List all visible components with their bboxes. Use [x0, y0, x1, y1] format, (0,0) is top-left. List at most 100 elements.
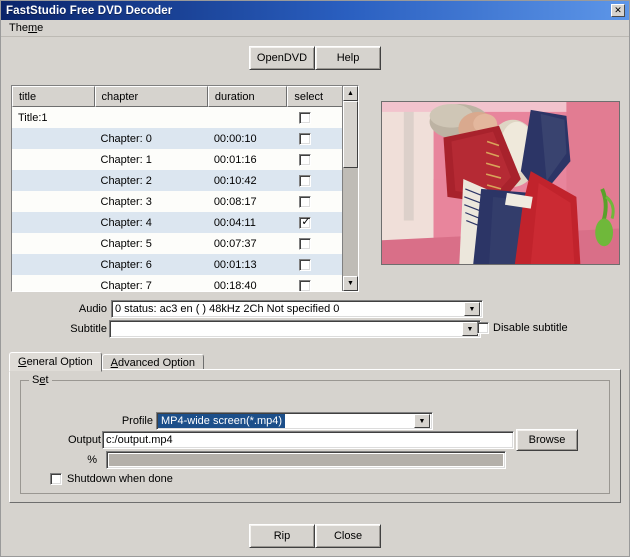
table-row[interactable]: Chapter: 2 00:10:42 ✓	[12, 170, 358, 191]
profile-label: Profile	[121, 415, 153, 427]
cell-duration: 00:07:37	[213, 237, 257, 250]
menu-item-theme[interactable]: Theme	[1, 21, 49, 35]
open-dvd-button[interactable]: OpenDVD	[249, 46, 315, 70]
set-groupbox-legend: Set	[29, 374, 52, 386]
row-select-checkbox[interactable]: ✓	[299, 174, 312, 187]
cell-chapter: Chapter: 5	[100, 237, 152, 250]
cell-duration: 00:04:11	[213, 216, 256, 229]
chevron-down-icon[interactable]: ▼	[462, 322, 478, 336]
table-body: Title:1 ✓ Chapter: 0 00:00:10 ✓ Chapter: 1 00:…	[12, 107, 358, 292]
output-path-input[interactable]: c:/output.mp4	[102, 431, 514, 449]
video-preview[interactable]	[381, 101, 620, 265]
cell-select: ✓	[287, 254, 343, 275]
scrollbar-track[interactable]	[343, 101, 358, 276]
output-row: Output c:/output.mp4	[49, 431, 514, 449]
cell-select: ✓	[287, 170, 343, 191]
disable-subtitle-row[interactable]: ✓ Disable subtitle	[477, 322, 568, 334]
cell-title	[12, 212, 95, 233]
cell-duration: 00:08:17	[213, 195, 257, 208]
help-button[interactable]: Help	[315, 46, 381, 70]
tab-general-mnemonic: G	[18, 356, 27, 368]
cell-title	[12, 275, 95, 291]
scrollbar-thumb[interactable]	[343, 101, 358, 168]
table-header-title[interactable]: title	[12, 86, 95, 107]
cell-title	[12, 254, 95, 275]
cell-title	[12, 170, 95, 191]
cell-chapter: Chapter: 3	[100, 195, 152, 208]
tab-general-option[interactable]: General Option	[9, 352, 102, 372]
chapter-table: titlechapterdurationselect Title:1✓Chapt…	[11, 85, 359, 292]
cell-chapter: Chapter: 0	[100, 132, 152, 145]
row-select-checkbox[interactable]: ✓	[299, 215, 312, 229]
cell-select: ✓	[287, 212, 343, 233]
tab-general-label: eneral Option	[26, 356, 93, 368]
subtitle-row: Subtitle ▼	[55, 320, 481, 338]
row-select-checkbox[interactable]: ✓	[299, 195, 312, 208]
row-select-checkbox[interactable]: ✓	[299, 132, 312, 145]
chevron-down-icon[interactable]: ▼	[414, 414, 430, 428]
cell-title: Title:1	[18, 111, 48, 124]
table-row[interactable]: Chapter: 3 00:08:17 ✓	[12, 191, 358, 212]
cell-chapter: Chapter: 7	[100, 279, 152, 292]
chevron-down-icon[interactable]: ▼	[464, 302, 480, 316]
cell-title	[12, 191, 95, 212]
table-header-select[interactable]: select	[287, 86, 344, 107]
app-window: FastStudio Free DVD Decoder ✕ Theme Open…	[0, 0, 630, 557]
table-header-duration[interactable]: duration	[207, 86, 288, 107]
table-row[interactable]: Chapter: 0 00:00:10 ✓	[12, 128, 358, 149]
rip-button[interactable]: Rip	[249, 524, 315, 548]
close-icon[interactable]: ✕	[611, 4, 625, 17]
set-legend-post: t	[45, 374, 49, 386]
progress-bar	[106, 451, 506, 469]
audio-select[interactable]: 0 status: ac3 en ( ) 48kHz 2Ch Not speci…	[111, 300, 483, 318]
cell-title	[12, 128, 95, 149]
shutdown-when-done-label: Shutdown when done	[67, 473, 173, 485]
table-scrollbar[interactable]: ▲ ▼	[342, 86, 358, 291]
table-row[interactable]: Title:1 ✓	[12, 107, 358, 128]
cell-select: ✓	[287, 233, 343, 254]
table-row[interactable]: Chapter: 6 00:01:13 ✓	[12, 254, 358, 275]
row-select-checkbox[interactable]: ✓	[299, 111, 312, 124]
cell-title	[12, 149, 95, 170]
title-bar[interactable]: FastStudio Free DVD Decoder ✕	[1, 1, 629, 20]
cell-duration: 00:00:10	[213, 132, 257, 145]
audio-label: Audio	[78, 303, 107, 315]
close-button[interactable]: Close	[315, 524, 381, 548]
disable-subtitle-checkbox[interactable]: ✓	[477, 322, 489, 334]
profile-select[interactable]: MP4-wide screen(*.mp4) ▼	[156, 412, 433, 430]
cell-select: ✓	[287, 149, 343, 170]
cell-chapter: Chapter: 2	[100, 174, 152, 187]
cell-duration: 00:01:16	[213, 153, 257, 166]
menu-theme-post: e	[37, 22, 44, 34]
check-icon: ✓	[301, 215, 311, 228]
progress-row: %	[49, 451, 506, 469]
row-select-checkbox[interactable]: ✓	[299, 237, 312, 250]
video-preview-frame	[382, 102, 619, 264]
table-row[interactable]: Chapter: 4 00:04:11 ✓	[12, 212, 358, 233]
shutdown-when-done-checkbox[interactable]: ✓	[50, 473, 62, 485]
table-header-row: title chapter duration select	[12, 86, 358, 107]
row-select-checkbox[interactable]: ✓	[299, 279, 312, 291]
profile-row: Profile MP4-wide screen(*.mp4) ▼	[109, 412, 433, 430]
browse-button[interactable]: Browse	[516, 429, 578, 451]
scroll-up-icon[interactable]: ▲	[343, 86, 358, 101]
row-select-checkbox[interactable]: ✓	[299, 258, 312, 271]
shutdown-row[interactable]: ✓ Shutdown when done	[50, 473, 173, 485]
menu-theme-pre: The	[9, 22, 28, 34]
menu-bar: Theme	[1, 20, 629, 37]
menu-theme-mnemonic: m	[27, 22, 38, 34]
cell-title	[12, 233, 95, 254]
cell-chapter: Chapter: 6	[100, 258, 152, 271]
table-row[interactable]: Chapter: 5 00:07:37 ✓	[12, 233, 358, 254]
table-row[interactable]: Chapter: 1 00:01:16 ✓	[12, 149, 358, 170]
window-title: FastStudio Free DVD Decoder	[6, 4, 173, 17]
tab-advanced-mnemonic: A	[110, 357, 118, 369]
table-row[interactable]: Chapter: 7 00:18:40 ✓	[12, 275, 358, 292]
progress-label: %	[87, 454, 97, 466]
table-header-chapter[interactable]: chapter	[94, 86, 208, 107]
row-select-checkbox[interactable]: ✓	[299, 153, 312, 166]
progress-track	[109, 454, 503, 466]
scroll-down-icon[interactable]: ▼	[343, 276, 358, 291]
subtitle-select[interactable]: ▼	[109, 320, 481, 338]
cell-chapter: Chapter: 1	[100, 153, 152, 166]
